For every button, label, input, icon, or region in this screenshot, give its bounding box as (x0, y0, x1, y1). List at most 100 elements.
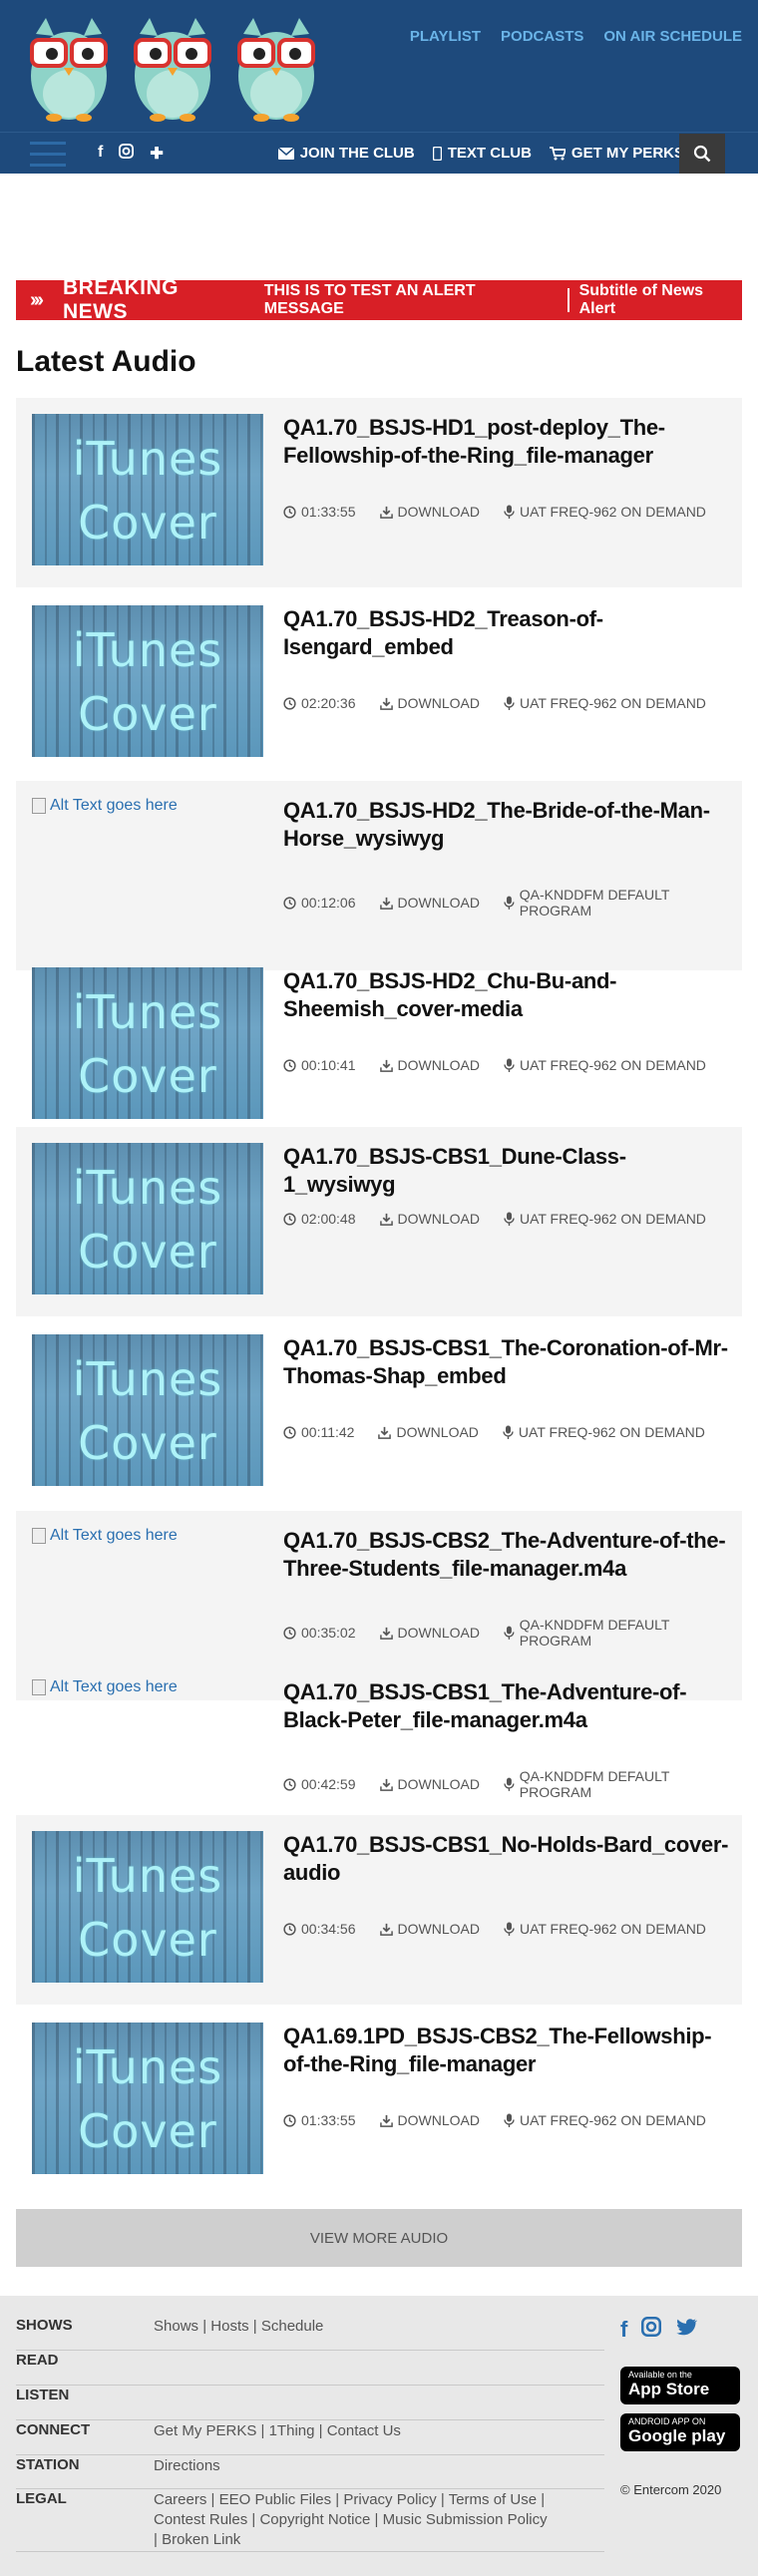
footer-link[interactable]: Contest Rules (154, 2511, 247, 2528)
audio-meta: 00:35:02 DOWNLOAD QA-KNDDFM DEFAULT PROG… (283, 1617, 742, 1649)
audio-title[interactable]: QA1.70_BSJS-HD2_The-Bride-of-the-Man-Hor… (283, 797, 732, 853)
footer-link[interactable]: Hosts (210, 2318, 248, 2335)
audio-title[interactable]: QA1.70_BSJS-CBS2_The-Adventure-of-the-Th… (283, 1527, 732, 1583)
footer-link[interactable]: Privacy Policy (343, 2491, 436, 2508)
audio-item[interactable]: iTunes Cover QA1.70_BSJS-CBS1_No-Holds-B… (16, 1815, 742, 2005)
clock-icon (283, 1425, 296, 1439)
program-link[interactable]: UAT FREQ-962 ON DEMAND (504, 1057, 706, 1073)
program-link[interactable]: QA-KNDDFM DEFAULT PROGRAM (504, 1768, 742, 1800)
audio-title[interactable]: QA1.70_BSJS-HD2_Chu-Bu-and-Sheemish_cove… (283, 967, 732, 1023)
hamburger-menu-icon[interactable] (30, 142, 66, 168)
breaking-news-separator (567, 288, 569, 312)
audio-title[interactable]: QA1.70_BSJS-CBS1_Dune-Class-1_wysiwyg (283, 1143, 732, 1199)
audio-item[interactable]: iTunes Cover QA1.70_BSJS-CBS1_Dune-Class… (16, 1127, 742, 1316)
audio-title[interactable]: QA1.70_BSJS-CBS1_The-Coronation-of-Mr-Th… (283, 1334, 732, 1390)
search-button[interactable] (679, 134, 725, 174)
audio-item[interactable]: iTunes Cover QA1.70_BSJS-HD1_post-deploy… (16, 398, 742, 587)
owl-logo[interactable] (24, 14, 323, 122)
podcasts-link[interactable]: PODCASTS (501, 28, 583, 45)
broken-image-alt[interactable]: Alt Text goes here (32, 797, 178, 815)
audio-title[interactable]: QA1.69.1PD_BSJS-CBS2_The-Fellowship-of-t… (283, 2023, 732, 2078)
program-link[interactable]: UAT FREQ-962 ON DEMAND (504, 2112, 706, 2128)
duration: 00:12:06 (283, 895, 356, 911)
audio-item[interactable]: iTunes Cover QA1.70_BSJS-HD2_Chu-Bu-and-… (16, 951, 742, 1141)
duration: 00:35:02 (283, 1625, 356, 1641)
download-link[interactable]: DOWNLOAD (379, 1921, 480, 1937)
download-icon (379, 1778, 393, 1791)
audio-item[interactable]: iTunes Cover QA1.70_BSJS-HD2_Treason-of-… (16, 589, 742, 779)
instagram-icon[interactable] (119, 144, 135, 164)
footer-link[interactable]: EEO Public Files (219, 2491, 332, 2508)
audio-title[interactable]: QA1.70_BSJS-CBS1_No-Holds-Bard_cover-aud… (283, 1831, 732, 1887)
download-link[interactable]: DOWNLOAD (379, 1776, 480, 1792)
audio-item[interactable]: Alt Text goes here QA1.70_BSJS-HD2_The-B… (16, 781, 742, 970)
footer-link[interactable]: Get My PERKS (154, 2422, 256, 2439)
footer-link[interactable]: Music Submission Policy (383, 2511, 548, 2528)
program-link[interactable]: UAT FREQ-962 ON DEMAND (503, 1424, 705, 1440)
view-more-audio-button[interactable]: VIEW MORE AUDIO (16, 2209, 742, 2267)
download-link[interactable]: DOWNLOAD (378, 1424, 479, 1440)
download-link[interactable]: DOWNLOAD (379, 1625, 480, 1641)
program-link[interactable]: UAT FREQ-962 ON DEMAND (504, 1921, 706, 1937)
broken-image-alt[interactable]: Alt Text goes here (32, 1678, 178, 1696)
download-link[interactable]: DOWNLOAD (379, 1211, 480, 1227)
itunes-cover-image[interactable]: iTunes Cover (32, 1334, 263, 1486)
audio-title[interactable]: QA1.70_BSJS-HD2_Treason-of-Isengard_embe… (283, 605, 732, 661)
instagram-icon[interactable] (641, 2317, 662, 2343)
facebook-icon[interactable]: f (98, 144, 103, 164)
footer-link[interactable]: Shows (154, 2318, 198, 2335)
facebook-icon[interactable]: f (620, 2317, 627, 2343)
plus-icon[interactable]: ✚ (150, 144, 163, 164)
section-title: Latest Audio (16, 345, 196, 378)
download-link[interactable]: DOWNLOAD (379, 2112, 480, 2128)
footer-link[interactable]: Broken Link (162, 2531, 240, 2548)
download-link[interactable]: DOWNLOAD (379, 895, 480, 911)
footer-link[interactable]: Terms of Use (449, 2491, 537, 2508)
microphone-icon (503, 1425, 514, 1439)
copyright: © Entercom 2020 (620, 2482, 722, 2497)
audio-title[interactable]: QA1.70_BSJS-CBS1_The-Adventure-of-Black-… (283, 1678, 732, 1734)
itunes-cover-image[interactable]: iTunes Cover (32, 1831, 263, 1983)
app-store-badge[interactable]: Available on the App Store (620, 2367, 740, 2404)
program-link[interactable]: QA-KNDDFM DEFAULT PROGRAM (504, 887, 742, 919)
program-link[interactable]: UAT FREQ-962 ON DEMAND (504, 695, 706, 711)
audio-item[interactable]: iTunes Cover QA1.69.1PD_BSJS-CBS2_The-Fe… (16, 2007, 742, 2196)
footer-link[interactable]: Schedule (261, 2318, 324, 2335)
chevrons-icon: ››› (30, 288, 44, 311)
download-icon (379, 1213, 393, 1226)
download-link[interactable]: DOWNLOAD (379, 504, 480, 520)
footer-link[interactable]: Directions (154, 2457, 220, 2474)
download-icon (379, 2114, 393, 2127)
download-link[interactable]: DOWNLOAD (379, 695, 480, 711)
get-my-perks-link[interactable]: GET MY PERKS (549, 145, 684, 162)
google-play-badge[interactable]: ANDROID APP ON Google play (620, 2413, 740, 2451)
itunes-cover-image[interactable]: iTunes Cover (32, 605, 263, 757)
audio-title[interactable]: QA1.70_BSJS-HD1_post-deploy_The-Fellowsh… (283, 414, 732, 470)
itunes-cover-image[interactable]: iTunes Cover (32, 967, 263, 1119)
playlist-link[interactable]: PLAYLIST (410, 28, 481, 45)
audio-item[interactable]: iTunes Cover QA1.70_BSJS-CBS1_The-Corona… (16, 1318, 742, 1508)
program-link[interactable]: UAT FREQ-962 ON DEMAND (504, 504, 706, 520)
join-the-club-link[interactable]: JOIN THE CLUB (277, 145, 415, 162)
footer-link[interactable]: 1Thing (269, 2422, 315, 2439)
program-link[interactable]: QA-KNDDFM DEFAULT PROGRAM (504, 1617, 742, 1649)
clock-icon (283, 505, 296, 519)
footer-row-shows: SHOWS Shows | Hosts | Schedule (16, 2317, 604, 2351)
footer-link[interactable]: Copyright Notice (259, 2511, 370, 2528)
twitter-icon[interactable] (675, 2317, 698, 2343)
text-club-link[interactable]: TEXT CLUB (432, 145, 532, 162)
itunes-cover-image[interactable]: iTunes Cover (32, 414, 263, 565)
footer-link[interactable]: Careers (154, 2491, 206, 2508)
itunes-cover-image[interactable]: iTunes Cover (32, 2023, 263, 2174)
audio-meta: 00:10:41 DOWNLOAD UAT FREQ-962 ON DEMAND (283, 1057, 706, 1073)
download-link[interactable]: DOWNLOAD (379, 1057, 480, 1073)
broken-image-alt[interactable]: Alt Text goes here (32, 1527, 178, 1545)
itunes-cover-image[interactable]: iTunes Cover (32, 1143, 263, 1294)
program-link[interactable]: UAT FREQ-962 ON DEMAND (504, 1211, 706, 1227)
top-nav: PLAYLIST PODCASTS ON AIR SCHEDULE (410, 28, 742, 45)
microphone-icon (504, 696, 515, 710)
footer-link[interactable]: Contact Us (327, 2422, 401, 2439)
on-air-schedule-link[interactable]: ON AIR SCHEDULE (603, 28, 742, 45)
clock-icon (283, 696, 296, 710)
breaking-news-bar[interactable]: ››› BREAKING NEWS THIS IS TO TEST AN ALE… (16, 276, 742, 323)
